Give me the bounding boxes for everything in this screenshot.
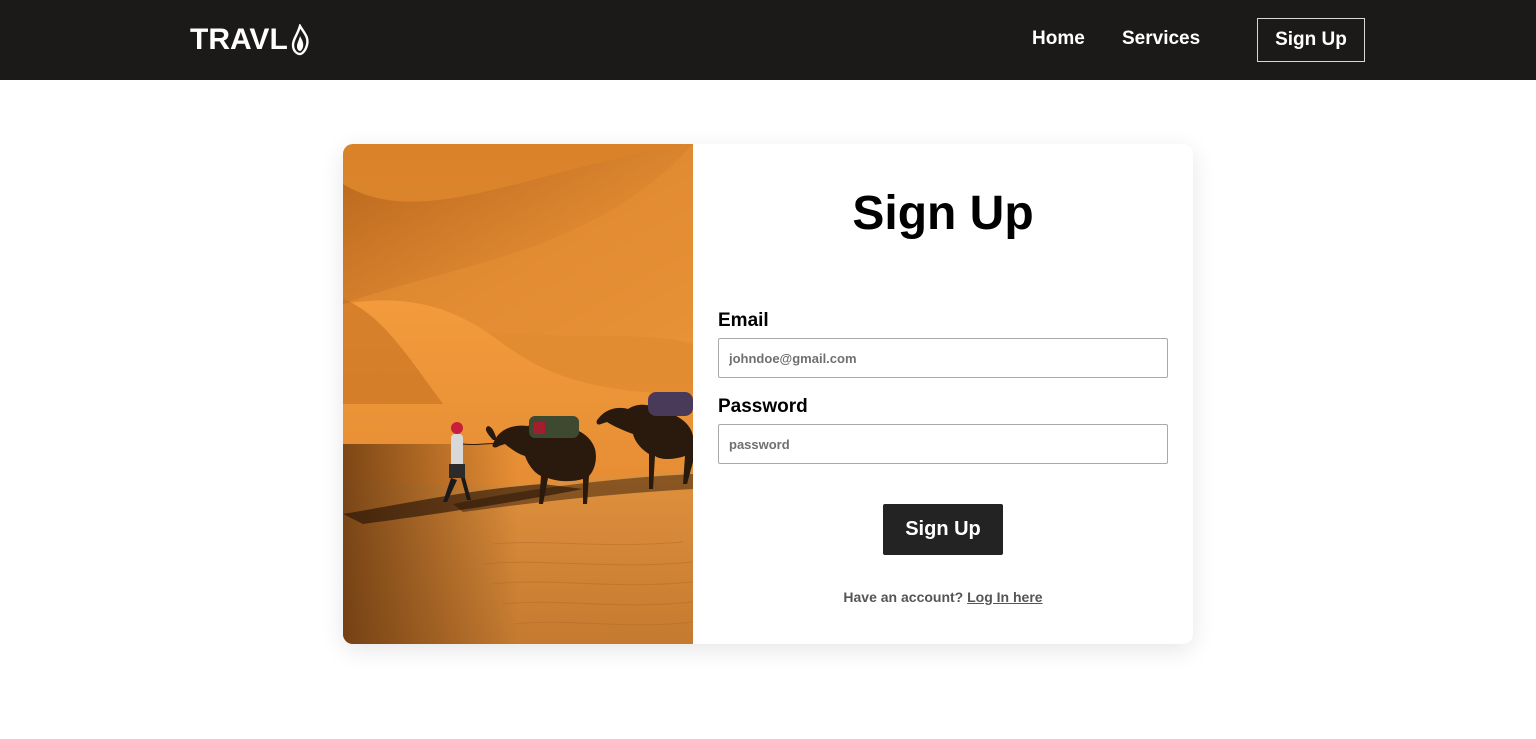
email-field[interactable] (718, 338, 1168, 378)
desert-photo-illustration (343, 144, 694, 644)
top-navbar: TRAVL Home Services Sign Up (0, 0, 1536, 80)
brand-name: TRAVL (190, 23, 288, 56)
signup-form-panel: Sign Up Email Password Sign Up Have an a… (693, 144, 1193, 644)
signup-submit-button[interactable]: Sign Up (883, 504, 1003, 555)
brand-logo[interactable]: TRAVL (190, 22, 310, 58)
login-prompt: Have an account? Log In here (693, 589, 1193, 605)
nav-signup-button[interactable]: Sign Up (1257, 18, 1365, 62)
signup-card: Sign Up Email Password Sign Up Have an a… (343, 144, 1193, 644)
password-label: Password (718, 396, 808, 417)
email-label: Email (718, 310, 769, 331)
form-title: Sign Up (852, 187, 1034, 240)
account-prompt-text: Have an account? (843, 589, 964, 605)
password-field[interactable] (718, 424, 1168, 464)
nav-home-link[interactable]: Home (1032, 28, 1085, 50)
desert-camel-photo (343, 144, 694, 644)
flame-logo-icon (291, 24, 309, 56)
nav-services-link[interactable]: Services (1122, 28, 1200, 50)
login-link[interactable]: Log In here (967, 589, 1042, 605)
